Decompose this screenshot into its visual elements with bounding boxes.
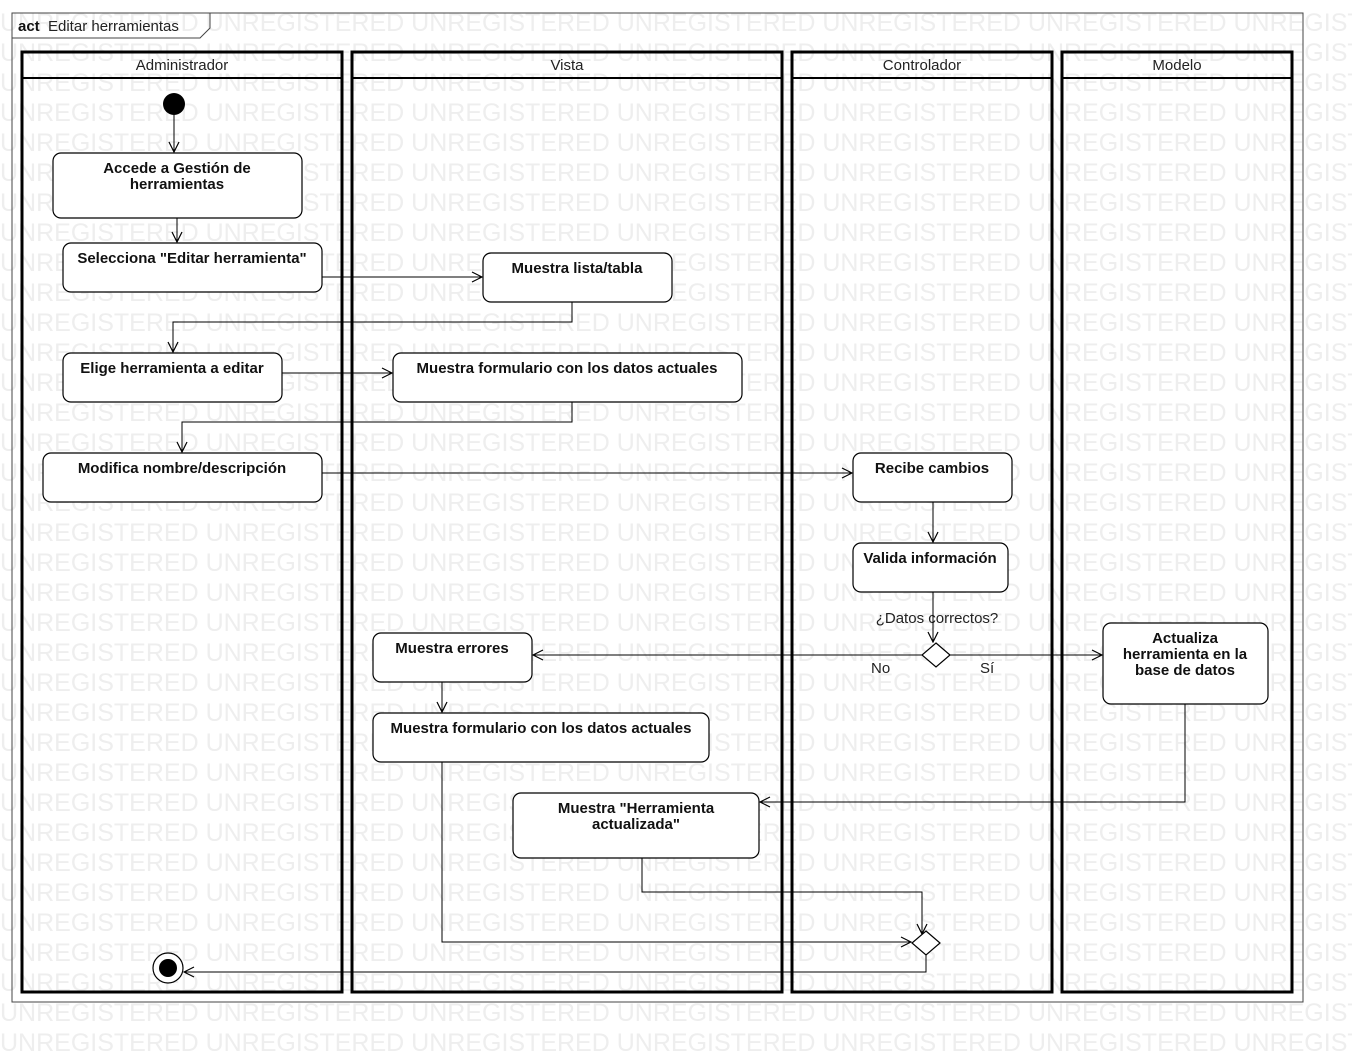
flow-formulario1-to-modifica <box>182 402 573 452</box>
decision-no-label: No <box>871 660 890 677</box>
action-actualiza-line-1: Actualiza <box>1152 630 1219 647</box>
activity-diagram: act Editar herramientas Administrador Vi… <box>11 12 1304 1003</box>
action-confirmacion-line-2: actualizada" <box>592 816 680 833</box>
lane-controlador: Controlador <box>790 50 1054 994</box>
action-elige-herramienta: Elige herramienta a editar <box>62 352 283 403</box>
action-muestra-confirmacion: Muestra "Herramienta actualizada" <box>512 792 760 859</box>
merge-node <box>911 930 941 956</box>
action-valida-informacion: Valida información <box>852 542 1009 593</box>
final-node <box>152 952 184 984</box>
flow-actualiza-to-confirmacion <box>760 704 1186 802</box>
lane-title-vista: Vista <box>550 57 584 74</box>
action-formulario1-line-1: Muestra formulario con los datos actuale… <box>417 360 718 377</box>
lane-title-administrador: Administrador <box>136 57 229 74</box>
action-formulario2-line-1: Muestra formulario con los datos actuale… <box>391 720 692 737</box>
lane-title-controlador: Controlador <box>883 57 961 74</box>
action-accede-line-1: Accede a Gestión de <box>103 160 251 177</box>
action-muestra-formulario-2: Muestra formulario con los datos actuale… <box>372 712 710 763</box>
action-confirmacion-line-1: Muestra "Herramienta <box>558 800 715 817</box>
flow-lista-to-elige <box>173 302 573 352</box>
decision-node <box>921 642 951 668</box>
action-muestra-lista: Muestra lista/tabla <box>482 252 673 303</box>
action-elige-line-1: Elige herramienta a editar <box>80 360 264 377</box>
decision-yes-label: Sí <box>980 660 995 677</box>
action-accede-line-2: herramientas <box>130 176 224 193</box>
action-errores-line-1: Muestra errores <box>395 640 508 657</box>
action-muestra-formulario-1: Muestra formulario con los datos actuale… <box>392 352 743 403</box>
action-selecciona-editar: Selecciona "Editar herramienta" <box>62 242 323 293</box>
action-actualiza-line-3: base de datos <box>1135 662 1235 679</box>
action-lista-line-1: Muestra lista/tabla <box>512 260 644 277</box>
action-modifica-nombre: Modifica nombre/descripción <box>42 452 323 503</box>
decision-question: ¿Datos correctos? <box>876 610 999 627</box>
action-actualiza-herramienta: Actualiza herramienta en la base de dato… <box>1102 622 1269 705</box>
action-muestra-errores: Muestra errores <box>372 632 533 683</box>
action-actualiza-line-2: herramienta en la <box>1123 646 1248 663</box>
frame-name: Editar herramientas <box>48 18 179 35</box>
action-selecciona-line-1: Selecciona "Editar herramienta" <box>77 250 306 267</box>
lane-title-modelo: Modelo <box>1152 57 1201 74</box>
flow-merge-to-final <box>184 955 927 972</box>
action-recibe-cambios: Recibe cambios <box>852 452 1013 503</box>
action-recibe-line-1: Recibe cambios <box>875 460 989 477</box>
frame-keyword: act <box>18 18 40 35</box>
action-accede-gestion: Accede a Gestión de herramientas <box>52 152 303 219</box>
initial-node <box>163 93 185 115</box>
action-modifica-line-1: Modifica nombre/descripción <box>78 460 286 477</box>
action-valida-line-1: Valida información <box>863 550 996 567</box>
lane-modelo: Modelo <box>1060 50 1294 994</box>
